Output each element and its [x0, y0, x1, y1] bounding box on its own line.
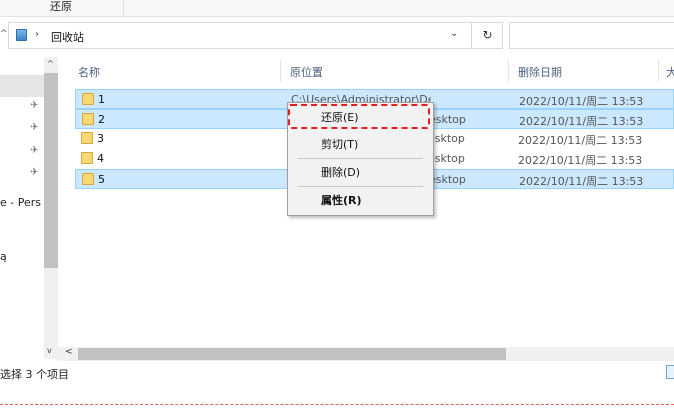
scroll-down-icon[interactable]: v — [47, 346, 52, 355]
vertical-scrollbar[interactable]: ^ v — [44, 57, 58, 359]
menu-divider — [298, 158, 423, 159]
column-size[interactable]: 大 — [666, 64, 674, 80]
folder-icon — [82, 173, 94, 185]
ribbon-tab-restore[interactable]: 还原 — [42, 0, 124, 17]
up-button[interactable]: ^ — [0, 29, 8, 39]
recycle-bin-icon — [16, 29, 27, 41]
highlight-annotation — [288, 104, 430, 129]
details-view-icon[interactable] — [666, 365, 674, 379]
column-divider[interactable] — [508, 60, 509, 82]
pin-icon[interactable]: ✈ — [30, 145, 38, 156]
scroll-thumb[interactable] — [78, 348, 506, 360]
address-box[interactable]: › 回收站 ⌄ ↻ — [8, 22, 503, 49]
column-header: 名称 原位置 删除日期 大 — [58, 60, 674, 82]
nav-item-onedrive[interactable]: e - Pers — [0, 196, 41, 209]
refresh-button[interactable]: ↻ — [471, 23, 503, 48]
row-name: 4 — [97, 152, 104, 165]
column-date[interactable]: 删除日期 — [518, 64, 562, 80]
column-divider[interactable] — [658, 60, 659, 82]
folder-icon — [81, 132, 93, 144]
folder-icon — [82, 93, 94, 105]
folder-icon — [82, 113, 94, 125]
row-name: 2 — [98, 113, 105, 126]
row-date: 2022/10/11/周二 13:53 — [519, 95, 644, 108]
row-name: 5 — [98, 173, 105, 186]
nav-item[interactable]: ą — [0, 250, 7, 263]
status-text: 选择 3 个项目 — [0, 368, 69, 381]
menu-item-properties[interactable]: 属性(R) — [290, 190, 431, 212]
menu-item-cut[interactable]: 剪切(T) — [290, 134, 431, 156]
chevron-right-icon[interactable]: › — [35, 29, 39, 40]
chevron-down-icon[interactable]: ⌄ — [450, 28, 458, 39]
pin-icon[interactable]: ✈ — [30, 167, 38, 178]
horizontal-scrollbar[interactable]: < — [58, 347, 674, 361]
annotation-divider — [0, 404, 674, 405]
row-date: 2022/10/11/周二 13:53 — [518, 134, 643, 147]
ribbon-bar: 还原 — [0, 0, 674, 17]
row-name: 1 — [98, 93, 105, 106]
row-date: 2022/10/11/周二 13:53 — [519, 175, 644, 188]
search-input[interactable] — [509, 22, 674, 49]
column-name[interactable]: 名称 — [78, 64, 100, 80]
row-name: 3 — [97, 132, 104, 145]
pin-icon[interactable]: ✈ — [30, 122, 38, 133]
nav-item-selected[interactable] — [0, 75, 44, 97]
column-divider[interactable] — [280, 60, 281, 82]
breadcrumb[interactable]: 回收站 — [51, 29, 84, 45]
column-location[interactable]: 原位置 — [290, 64, 323, 80]
pin-icon[interactable]: ✈ — [30, 100, 38, 111]
row-date: 2022/10/11/周二 13:53 — [519, 115, 644, 128]
row-date: 2022/10/11/周二 13:53 — [518, 154, 643, 167]
menu-divider — [298, 186, 423, 187]
scroll-up-icon[interactable]: ^ — [47, 59, 54, 68]
scroll-thumb[interactable] — [44, 73, 58, 268]
menu-item-delete[interactable]: 删除(D) — [290, 162, 431, 184]
folder-icon — [81, 152, 93, 164]
scroll-left-icon[interactable]: < — [65, 347, 73, 357]
